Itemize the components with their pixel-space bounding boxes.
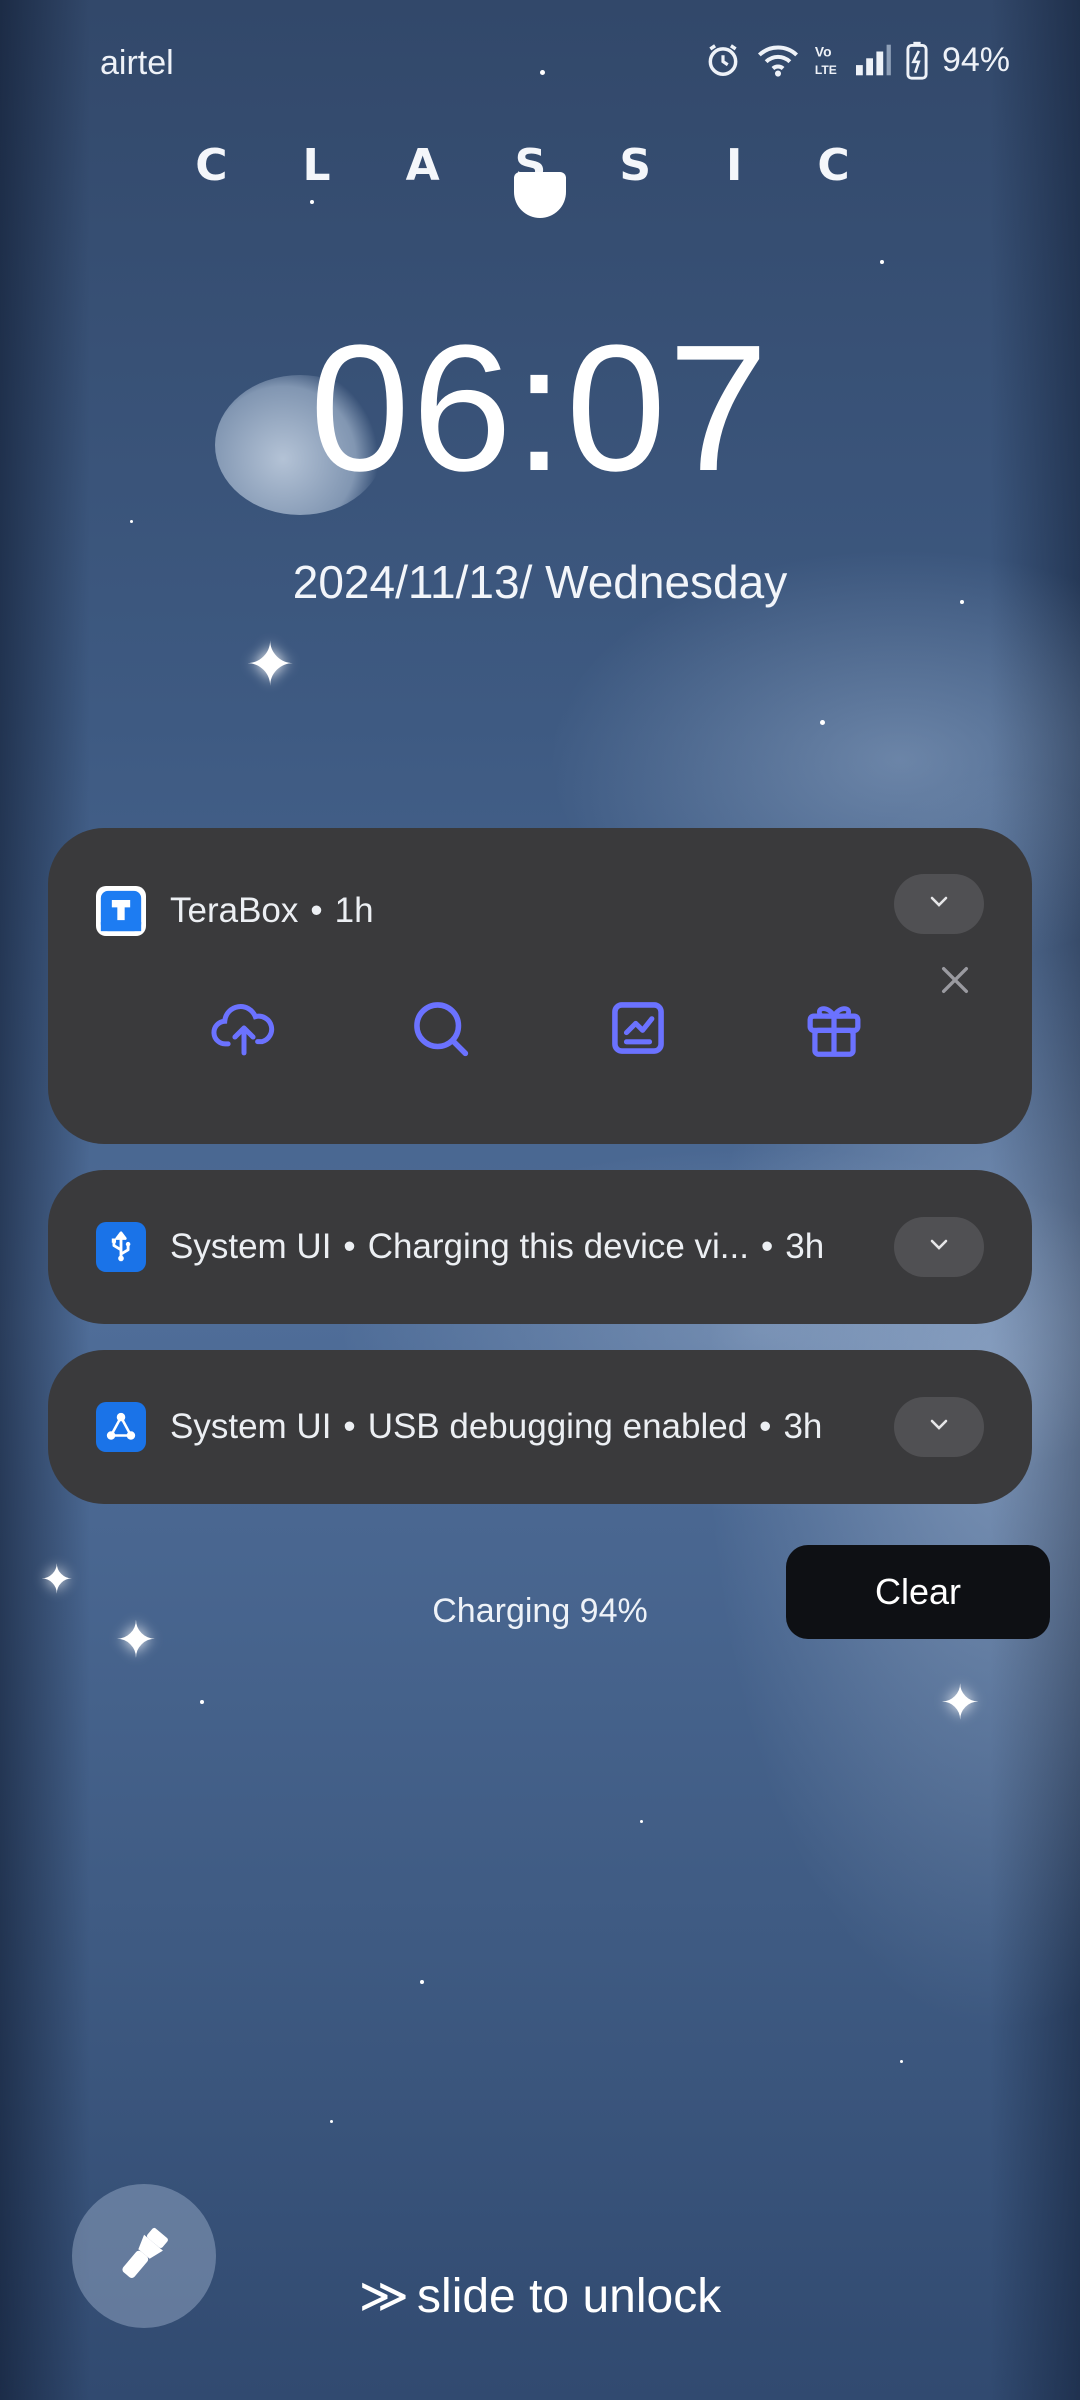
camera-cutout	[514, 172, 566, 218]
double-chevron-right-icon: ≫	[358, 2268, 410, 2324]
search-icon[interactable]	[400, 988, 480, 1068]
usb-icon	[96, 1222, 146, 1272]
alarm-icon	[704, 41, 742, 79]
star	[900, 2060, 903, 2063]
svg-text:Vo: Vo	[815, 44, 832, 60]
separator-dot: •	[760, 1227, 774, 1266]
notification-charging[interactable]: System UI • Charging this device vi... •…	[48, 1170, 1032, 1324]
chart-icon[interactable]	[598, 988, 678, 1068]
notification-terabox[interactable]: TeraBox • 1h	[48, 828, 1032, 1144]
expand-button[interactable]	[894, 1217, 984, 1277]
gift-icon[interactable]	[794, 988, 874, 1068]
wifi-icon	[756, 41, 800, 79]
star	[200, 1700, 204, 1704]
sparkle-decoration: ✦	[940, 1677, 981, 1730]
separator-dot: •	[310, 891, 323, 930]
expand-button[interactable]	[894, 1397, 984, 1457]
carrier-name: airtel	[100, 44, 174, 82]
upload-cloud-icon[interactable]	[204, 988, 284, 1068]
slide-to-unlock[interactable]: ≫ slide to unlock	[0, 2268, 1080, 2324]
debug-icon	[96, 1402, 146, 1452]
notification-time: 1h	[334, 891, 374, 930]
clock: 06:07	[309, 308, 771, 509]
notification-header: System UI • USB debugging enabled • 3h	[96, 1402, 984, 1452]
status-icons: Vo LTE 94%	[704, 40, 1010, 80]
date: 2024/11/13/ Wednesday	[292, 556, 788, 608]
signal-icon	[854, 43, 892, 77]
chevron-down-icon	[927, 894, 951, 915]
star	[420, 1980, 424, 1984]
notification-app-name: TeraBox	[170, 891, 299, 930]
star	[330, 2120, 333, 2123]
notification-message: Charging this device vi...	[367, 1227, 749, 1266]
star	[820, 720, 825, 725]
notification-actions	[48, 988, 1032, 1078]
notification-header: System UI • Charging this device vi... •…	[96, 1222, 984, 1272]
expand-button[interactable]	[894, 874, 984, 934]
volte-icon: Vo LTE	[814, 41, 840, 79]
chevron-down-icon	[927, 1237, 951, 1258]
sparkle-decoration: ✦	[245, 631, 296, 698]
separator-dot: •	[343, 1407, 356, 1446]
notification-message: USB debugging enabled	[367, 1407, 748, 1446]
clear-button[interactable]: Clear	[786, 1545, 1050, 1639]
notification-header: TeraBox • 1h	[96, 886, 984, 936]
notification-time: 3h	[783, 1407, 823, 1446]
notification-time: 3h	[785, 1227, 825, 1266]
battery-percent: 94%	[941, 40, 1010, 79]
separator-dot: •	[343, 1227, 356, 1266]
unlock-text: slide to unlock	[417, 2270, 722, 2323]
star	[880, 260, 884, 264]
terabox-app-icon	[96, 886, 146, 936]
star	[130, 520, 133, 523]
notification-usb-debugging[interactable]: System UI • USB debugging enabled • 3h	[48, 1350, 1032, 1504]
separator-dot: •	[759, 1407, 772, 1446]
notification-app-name: System UI	[170, 1407, 332, 1446]
star	[640, 1820, 643, 1823]
status-bar: airtel Vo LTE 94%	[0, 40, 1080, 90]
svg-text:LTE: LTE	[815, 63, 837, 77]
battery-icon	[906, 40, 928, 80]
star	[310, 200, 314, 204]
chevron-down-icon	[927, 1417, 951, 1438]
notification-app-name: System UI	[170, 1227, 332, 1266]
